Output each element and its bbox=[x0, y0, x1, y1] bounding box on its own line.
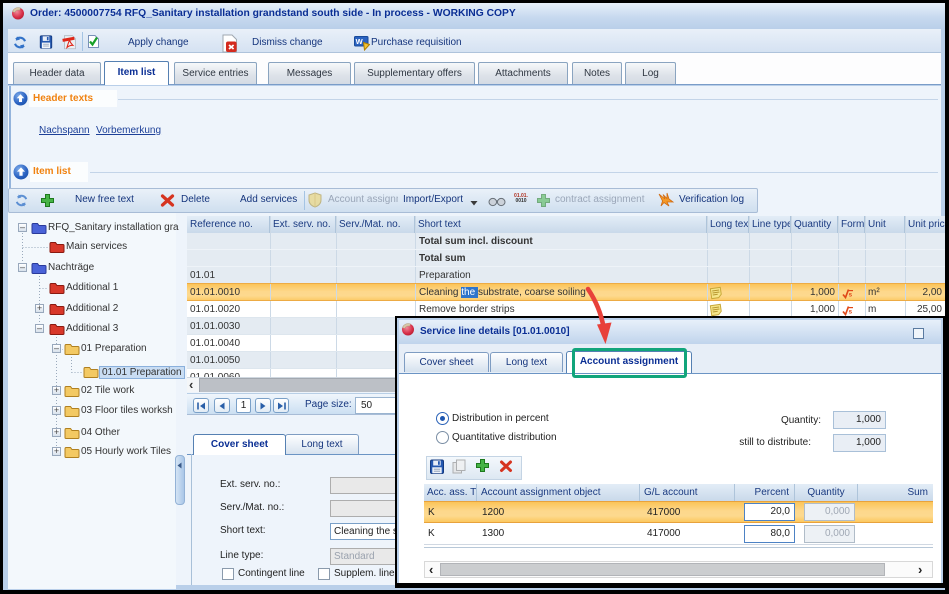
svg-text:W: W bbox=[356, 37, 364, 46]
svg-text:s: s bbox=[849, 309, 853, 316]
svg-text:s: s bbox=[849, 292, 853, 299]
